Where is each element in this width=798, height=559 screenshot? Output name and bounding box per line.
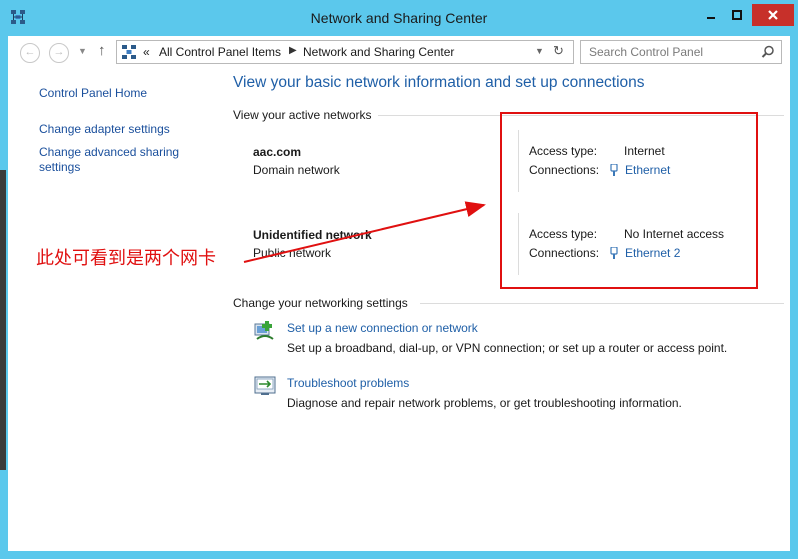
content-area: Control Panel Home Change adapter settin… <box>8 68 790 551</box>
breadcrumb-control-panel[interactable]: All Control Panel Items <box>159 45 281 59</box>
back-button[interactable]: ← <box>20 43 40 63</box>
minimize-button[interactable] <box>698 4 724 26</box>
network-name: Unidentified network <box>253 228 372 242</box>
active-networks-label: View your active networks <box>233 108 372 122</box>
page-title: View your basic network information and … <box>233 74 645 91</box>
sidebar-item-adapter-settings[interactable]: Change adapter settings <box>39 122 170 137</box>
close-icon <box>768 10 778 20</box>
search-input[interactable]: Search Control Panel <box>580 40 782 64</box>
recent-locations-dropdown[interactable]: ▼ <box>78 46 87 56</box>
setup-connection-link[interactable]: Set up a new connection or network <box>287 321 478 335</box>
section-divider <box>420 303 784 304</box>
address-dropdown-icon[interactable]: ▼ <box>535 46 544 56</box>
annotation-highlight-box <box>500 112 758 289</box>
network-name: aac.com <box>253 145 302 159</box>
up-button[interactable]: ↑ <box>98 42 106 59</box>
control-panel-icon <box>122 45 136 59</box>
maximize-button[interactable] <box>724 4 750 26</box>
troubleshoot-description: Diagnose and repair network problems, or… <box>287 396 682 410</box>
back-arrow-icon: ← <box>24 46 36 58</box>
breadcrumb-overflow[interactable]: « <box>143 45 150 59</box>
refresh-icon[interactable]: ↻ <box>553 43 564 59</box>
sidebar-item-advanced-sharing[interactable]: Change advanced sharing <box>39 145 179 160</box>
annotation-text: 此处可看到是两个网卡 <box>36 248 216 268</box>
minimize-icon <box>707 17 715 19</box>
up-arrow-icon: ↑ <box>98 42 106 59</box>
networking-settings-label: Change your networking settings <box>233 296 408 310</box>
close-button[interactable] <box>752 4 794 26</box>
breadcrumb-network-center[interactable]: Network and Sharing Center <box>303 45 454 59</box>
navigation-bar: ← → ▼ ↑ « All Control Panel Items ▶ Netw… <box>8 36 790 68</box>
maximize-icon <box>732 10 742 20</box>
sidebar-item-advanced-sharing-cont[interactable]: settings <box>39 160 80 175</box>
search-placeholder: Search Control Panel <box>589 45 704 59</box>
forward-button[interactable]: → <box>49 43 69 63</box>
address-box[interactable]: « All Control Panel Items ▶ Network and … <box>116 40 574 64</box>
window-title: Network and Sharing Center <box>310 10 488 26</box>
troubleshoot-link[interactable]: Troubleshoot problems <box>287 376 409 390</box>
window: Network and Sharing Center ← → ▼ ↑ « All… <box>0 0 798 559</box>
network-type[interactable]: Public network <box>253 246 331 260</box>
setup-connection-description: Set up a broadband, dial-up, or VPN conn… <box>287 341 728 355</box>
breadcrumb-separator-icon[interactable]: ▶ <box>289 45 297 56</box>
sidebar-item-control-panel-home[interactable]: Control Panel Home <box>39 86 147 101</box>
troubleshoot-icon <box>254 376 276 395</box>
title-bar[interactable]: Network and Sharing Center <box>0 0 798 36</box>
background-edge <box>0 170 6 470</box>
search-icon[interactable] <box>761 45 775 59</box>
forward-arrow-icon: → <box>53 46 65 58</box>
network-type[interactable]: Domain network <box>253 163 340 177</box>
new-connection-icon <box>254 321 274 340</box>
